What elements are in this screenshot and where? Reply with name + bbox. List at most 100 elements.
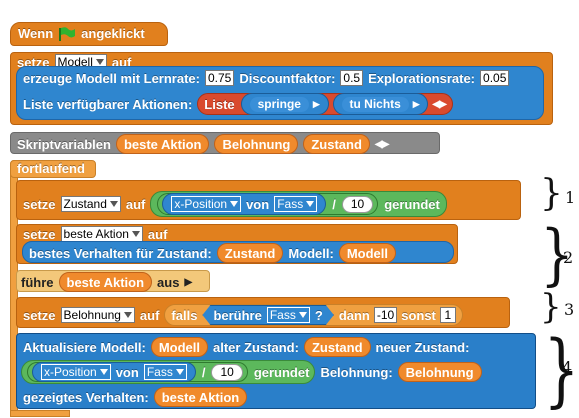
var-beste-aktion[interactable]: beste Aktion [115,134,210,154]
else-value-input[interactable]: 1 [439,307,456,323]
divisor-input[interactable]: 10 [341,195,374,213]
annotation-bracket-3: } [540,287,562,327]
chevron-down-icon [99,369,108,375]
chevron-down-icon [123,312,132,318]
list-label: Liste [204,96,235,112]
learning-rate-input[interactable]: 0.75 [204,70,235,86]
var-dropdown-belohnung[interactable]: Belohnung [60,307,135,323]
list-reporter[interactable]: Liste springe ▸ tu Nichts ▸ ◀▶ [197,93,453,115]
create-model-label: erzeuge Modell mit Lernrate: [23,70,200,86]
vars-arrows-icon[interactable]: ◀▶ [375,139,389,150]
arrow-right-icon[interactable]: ▶ [184,277,192,288]
new-state-label: neuer Zustand: [375,339,470,355]
divide-label: / [332,196,336,212]
chevron-down-icon [299,312,307,318]
update-model-block[interactable]: Aktualisiere Modell: Modell alter Zustan… [16,333,536,409]
script-variables-block[interactable]: Skriptvariablen beste Aktion Belohnung Z… [10,132,440,154]
touching-label: berühre [213,307,262,323]
run-block[interactable]: führe beste Aktion aus ▶ [16,270,210,292]
round-reporter[interactable]: x-Position von Fass / 10 gerundet [21,360,316,384]
xpos-of-fass-reporter[interactable]: x-Position von Fass [32,362,196,382]
chevron-down-icon [230,201,239,207]
model-var[interactable]: Modell [338,243,396,263]
exploration-input[interactable]: 0.05 [480,70,510,86]
var-dropdown-zustand[interactable]: Zustand [60,196,121,212]
update-label: Aktualisiere Modell: [23,339,146,355]
best-behavior-label: bestes Verhalten für Zustand: [29,245,212,261]
state-var[interactable]: Zustand [216,243,284,263]
exploration-label: Explorationsrate: [368,70,476,86]
divide-label: / [201,364,206,380]
divisor-input[interactable]: 10 [211,363,243,381]
xpos-of-fass-reporter[interactable]: x-Position von Fass [162,193,327,215]
of-label: von [246,196,270,212]
chevron-down-icon [95,59,104,65]
var-dropdown-beste-aktion[interactable]: beste Aktion [60,226,143,242]
annotation-number-4: 4 [562,358,573,377]
discount-input[interactable]: 0.5 [340,70,364,86]
discount-label: Discountfaktor: [239,70,336,86]
sprite-dropdown[interactable]: Fass [267,307,310,323]
run-label: führe [21,274,54,290]
run-suffix: aus [157,274,180,290]
sprite-dropdown[interactable]: Fass [143,364,187,380]
divide-reporter[interactable]: x-Position von Fass / 10 [27,362,248,382]
round-label: gerundet [253,364,310,380]
green-flag-icon [58,26,76,41]
to-label: auf [147,226,168,242]
forever-label: fortlaufend [17,161,85,176]
arrow-right-icon[interactable]: ▸ [413,96,420,112]
when-flag-clicked-hat[interactable]: Wenn angeklickt [10,22,168,46]
old-state-label: alter Zustand: [212,339,299,355]
annotation-number-2: 2 [563,248,574,267]
divide-reporter[interactable]: x-Position von Fass / 10 [157,193,379,215]
list-item-springe[interactable]: springe ▸ [240,93,329,115]
chevron-down-icon [306,201,315,207]
model-var[interactable]: Modell [150,337,208,357]
touching-predicate[interactable]: berühre Fass ? [202,305,333,325]
forever-bottom: ↑ [10,407,94,418]
arrow-right-icon[interactable]: ▸ [313,96,320,112]
attribute-dropdown[interactable]: x-Position [171,196,242,212]
round-reporter[interactable]: x-Position von Fass / 10 gerundet [150,191,447,217]
set-reward-block[interactable]: setze Belohnung auf falls berühre Fass ?… [16,297,510,328]
var-belohnung[interactable]: Belohnung [214,134,299,154]
hat-clicked-label: angeklickt [81,26,145,41]
then-value-input[interactable]: -10 [373,307,398,323]
shown-behavior-label: gezeigtes Verhalten: [23,389,149,405]
sprite-dropdown[interactable]: Fass [274,196,318,212]
set-label: setze [23,226,56,242]
create-model-reporter[interactable]: erzeuge Modell mit Lernrate: 0.75 Discou… [16,66,544,120]
annotation-number-1: 1 [565,188,576,207]
set-label: setze [23,196,56,212]
annotation-number-3: 3 [564,300,575,319]
shown-behavior-var[interactable]: beste Aktion [153,387,248,407]
else-label: sonst [401,307,436,323]
if-then-else-reporter[interactable]: falls berühre Fass ? dann -10 sonst 1 [164,304,463,326]
run-var[interactable]: beste Aktion [58,272,153,292]
best-behavior-reporter[interactable]: bestes Verhalten für Zustand: Zustand Mo… [22,241,454,263]
forever-header[interactable]: fortlaufend [10,160,96,178]
to-label: auf [139,307,160,323]
loop-arrow-icon: ↑ [89,407,94,418]
list-arrows-icon[interactable]: ◀▶ [432,99,446,110]
round-label: gerundet [384,196,440,212]
set-label: setze [23,307,56,323]
of-label: von [115,364,139,380]
reward-var[interactable]: Belohnung [397,362,482,382]
chevron-down-icon [131,231,140,237]
hat-when-label: Wenn [18,26,54,41]
script-vars-label: Skriptvariablen [17,136,111,152]
var-zustand[interactable]: Zustand [303,134,370,154]
attribute-dropdown[interactable]: x-Position [41,364,111,380]
if-label: falls [171,307,198,323]
actions-label: Liste verfügbarer Aktionen: [23,96,193,112]
list-item-tu-nichts[interactable]: tu Nichts ▸ [332,93,429,115]
old-state-var[interactable]: Zustand [303,337,371,357]
to-label: auf [125,196,146,212]
chevron-down-icon [109,201,118,207]
then-label: dann [338,307,370,323]
set-state-block[interactable]: setze Zustand auf x-Position von Fass / … [16,180,521,220]
question-label: ? [314,307,323,323]
model-label: Modell: [288,245,334,261]
